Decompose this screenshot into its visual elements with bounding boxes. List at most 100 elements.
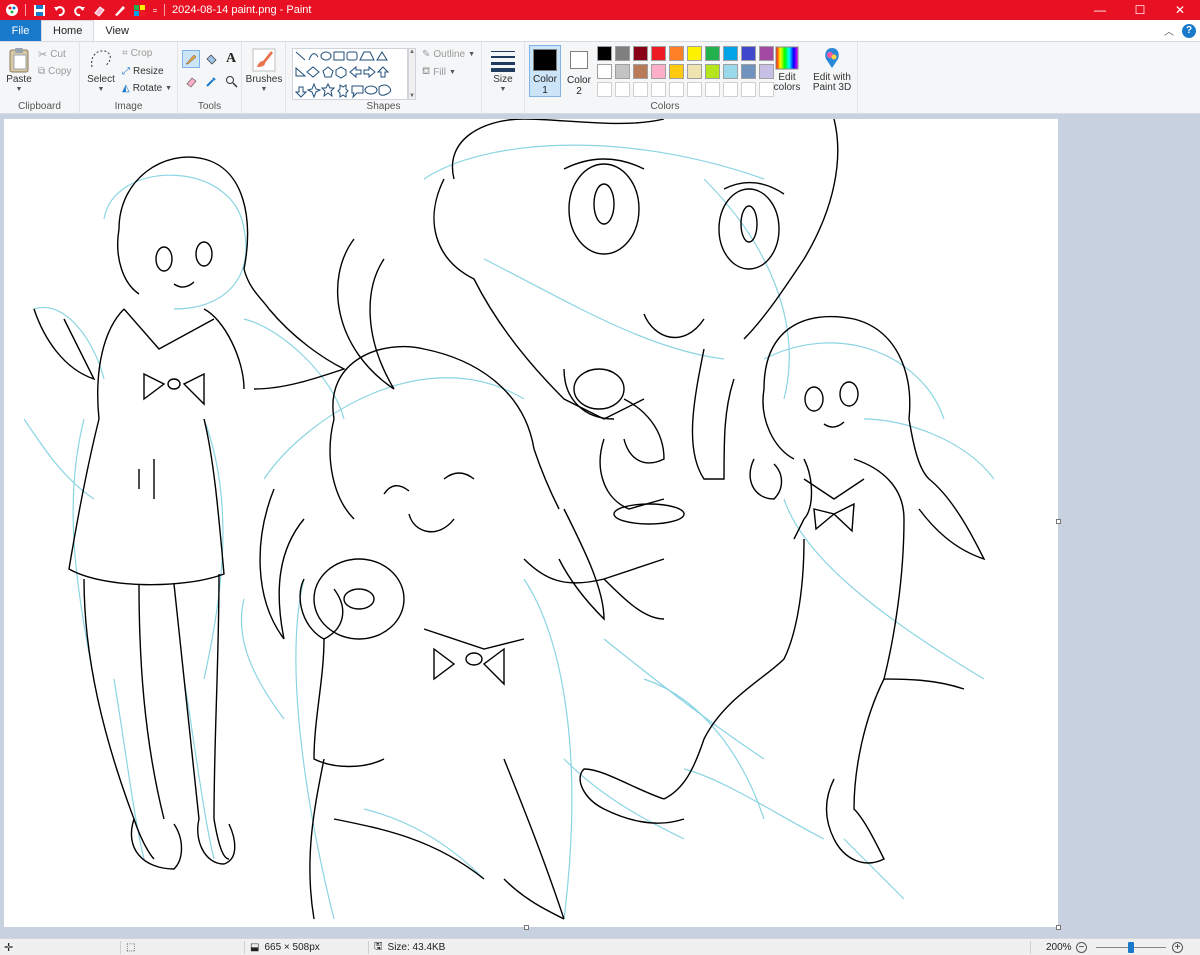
copy-button[interactable]: ⧉ Copy — [38, 66, 72, 77]
canvas-resize-handle-bottom[interactable] — [524, 925, 529, 930]
text-a-icon: A — [225, 51, 237, 66]
palette-swatch[interactable] — [669, 64, 684, 79]
zoom-in-icon[interactable]: + — [1172, 942, 1183, 953]
fill-label: Fill — [433, 67, 446, 78]
canvas-resize-handle-corner[interactable] — [1056, 925, 1061, 930]
palette-custom-slot[interactable] — [705, 82, 720, 97]
selection-size: ⬚ — [126, 939, 135, 955]
palette-swatch[interactable] — [669, 46, 684, 61]
tab-file[interactable]: File — [0, 20, 41, 41]
line-size-icon — [491, 51, 515, 72]
palette-swatch[interactable] — [597, 46, 612, 61]
zoom-level: 200% — [1046, 939, 1072, 955]
zoom-slider-thumb[interactable] — [1128, 942, 1134, 953]
resize-button[interactable]: ⤢ Resize — [122, 66, 164, 77]
rotate-dropdown-icon[interactable]: ▼ — [165, 85, 172, 92]
color2-button[interactable]: Color 2 — [565, 45, 593, 97]
redo-icon[interactable] — [71, 2, 87, 18]
fill-dropdown-icon[interactable]: ▼ — [449, 69, 456, 76]
zoom-in-button[interactable]: + — [1172, 939, 1183, 955]
pencil-icon — [185, 54, 197, 65]
size-button[interactable]: Size ▼ — [488, 47, 518, 95]
palette-custom-slot[interactable] — [687, 82, 702, 97]
palette-swatch[interactable] — [723, 46, 738, 61]
palette-custom-slot[interactable] — [597, 82, 612, 97]
text-tool[interactable]: A — [222, 50, 240, 68]
palette-custom-slot[interactable] — [615, 82, 630, 97]
palette-swatch[interactable] — [651, 64, 666, 79]
zoom-out-button[interactable]: − — [1076, 939, 1087, 955]
cut-button[interactable]: ✂ Cut — [38, 48, 66, 61]
edit-with-paint3d-button[interactable]: Edit with Paint 3D — [808, 46, 856, 93]
palette-swatch[interactable] — [633, 46, 648, 61]
quick-access-toolbar: = — [0, 0, 168, 20]
minimize-ribbon-icon[interactable]: ︿ — [1164, 23, 1174, 38]
palette-swatch[interactable] — [741, 46, 756, 61]
save-icon[interactable] — [31, 2, 47, 18]
palette-swatch[interactable] — [741, 64, 756, 79]
palette-swatch[interactable] — [615, 46, 630, 61]
eraser-tool[interactable] — [182, 72, 200, 90]
close-button[interactable]: ✕ — [1160, 0, 1200, 20]
color-palette — [597, 46, 777, 102]
shapes-scroll[interactable]: ▲ ▼ — [408, 48, 416, 100]
palette-custom-slot[interactable] — [669, 82, 684, 97]
outline-dropdown-icon[interactable]: ▼ — [468, 51, 475, 58]
palette-custom-slot[interactable] — [633, 82, 648, 97]
tab-view[interactable]: View — [94, 20, 140, 41]
outline-button[interactable]: ✎ Outline ▼ — [422, 49, 475, 60]
maximize-button[interactable]: ☐ — [1120, 0, 1160, 20]
edit-colors-button[interactable]: Edit colors — [771, 46, 803, 93]
paste-button[interactable]: Paste ▼ — [6, 47, 32, 95]
scroll-up-icon[interactable]: ▲ — [409, 49, 415, 55]
select-dropdown-icon[interactable]: ▼ — [98, 85, 105, 95]
palette-swatch[interactable] — [687, 46, 702, 61]
palette-swatch[interactable] — [651, 46, 666, 61]
eraser-icon[interactable] — [91, 2, 107, 18]
status-separator — [1030, 941, 1031, 954]
palette-swatch[interactable] — [705, 64, 720, 79]
drawing-canvas[interactable] — [4, 119, 1058, 927]
file-size: 🖫 Size: 43.4KB — [374, 939, 445, 955]
select-label: Select — [87, 74, 115, 85]
brushes-button[interactable]: Brushes ▼ — [246, 47, 282, 95]
fill-button[interactable]: ⛾ Fill ▼ — [422, 66, 456, 79]
crop-button[interactable]: ⌗ Crop — [122, 48, 152, 59]
tab-home[interactable]: Home — [41, 20, 95, 41]
shapes-gallery-icons[interactable] — [293, 49, 405, 99]
palette-swatch[interactable] — [615, 64, 630, 79]
palette-swatch[interactable] — [723, 64, 738, 79]
select-button[interactable]: Select ▼ — [86, 47, 116, 95]
status-separator — [244, 941, 245, 954]
scroll-down-icon[interactable]: ▼ — [409, 93, 415, 99]
color-picker-tool[interactable] — [202, 72, 220, 90]
zoom-out-icon[interactable]: − — [1076, 942, 1087, 953]
pencil-icon[interactable] — [111, 2, 127, 18]
shapes-group: ▲ ▼ ✎ Outline ▼ ⛾ Fill ▼ Shapes — [286, 42, 482, 114]
minimize-button[interactable]: — — [1080, 0, 1120, 20]
palette-custom-slot[interactable] — [651, 82, 666, 97]
eraser-icon — [186, 77, 196, 87]
fill-tool[interactable] — [202, 50, 220, 68]
paste-dropdown-icon[interactable]: ▼ — [16, 85, 23, 95]
palette-custom-slot[interactable] — [741, 82, 756, 97]
resize-label: Resize — [133, 66, 164, 77]
pencil-tool[interactable] — [182, 50, 200, 68]
color1-button[interactable]: Color 1 — [529, 45, 561, 97]
undo-icon[interactable] — [51, 2, 67, 18]
palette-swatch[interactable] — [705, 46, 720, 61]
help-icon[interactable]: ? — [1182, 23, 1196, 38]
rotate-button[interactable]: ◭ Rotate ▼ — [122, 83, 172, 94]
color-picker-icon[interactable] — [131, 2, 147, 18]
paint-app-icon[interactable] — [4, 2, 20, 18]
canvas-resize-handle-right[interactable] — [1056, 519, 1061, 524]
size-dropdown-icon[interactable]: ▼ — [500, 85, 507, 95]
palette-swatch[interactable] — [633, 64, 648, 79]
palette-swatch[interactable] — [687, 64, 702, 79]
shapes-group-label: Shapes — [366, 101, 401, 112]
customize-qat-icon[interactable]: = — [151, 2, 159, 18]
magnifier-tool[interactable] — [222, 72, 240, 90]
palette-swatch[interactable] — [597, 64, 612, 79]
brushes-dropdown-icon[interactable]: ▼ — [261, 85, 268, 95]
palette-custom-slot[interactable] — [723, 82, 738, 97]
